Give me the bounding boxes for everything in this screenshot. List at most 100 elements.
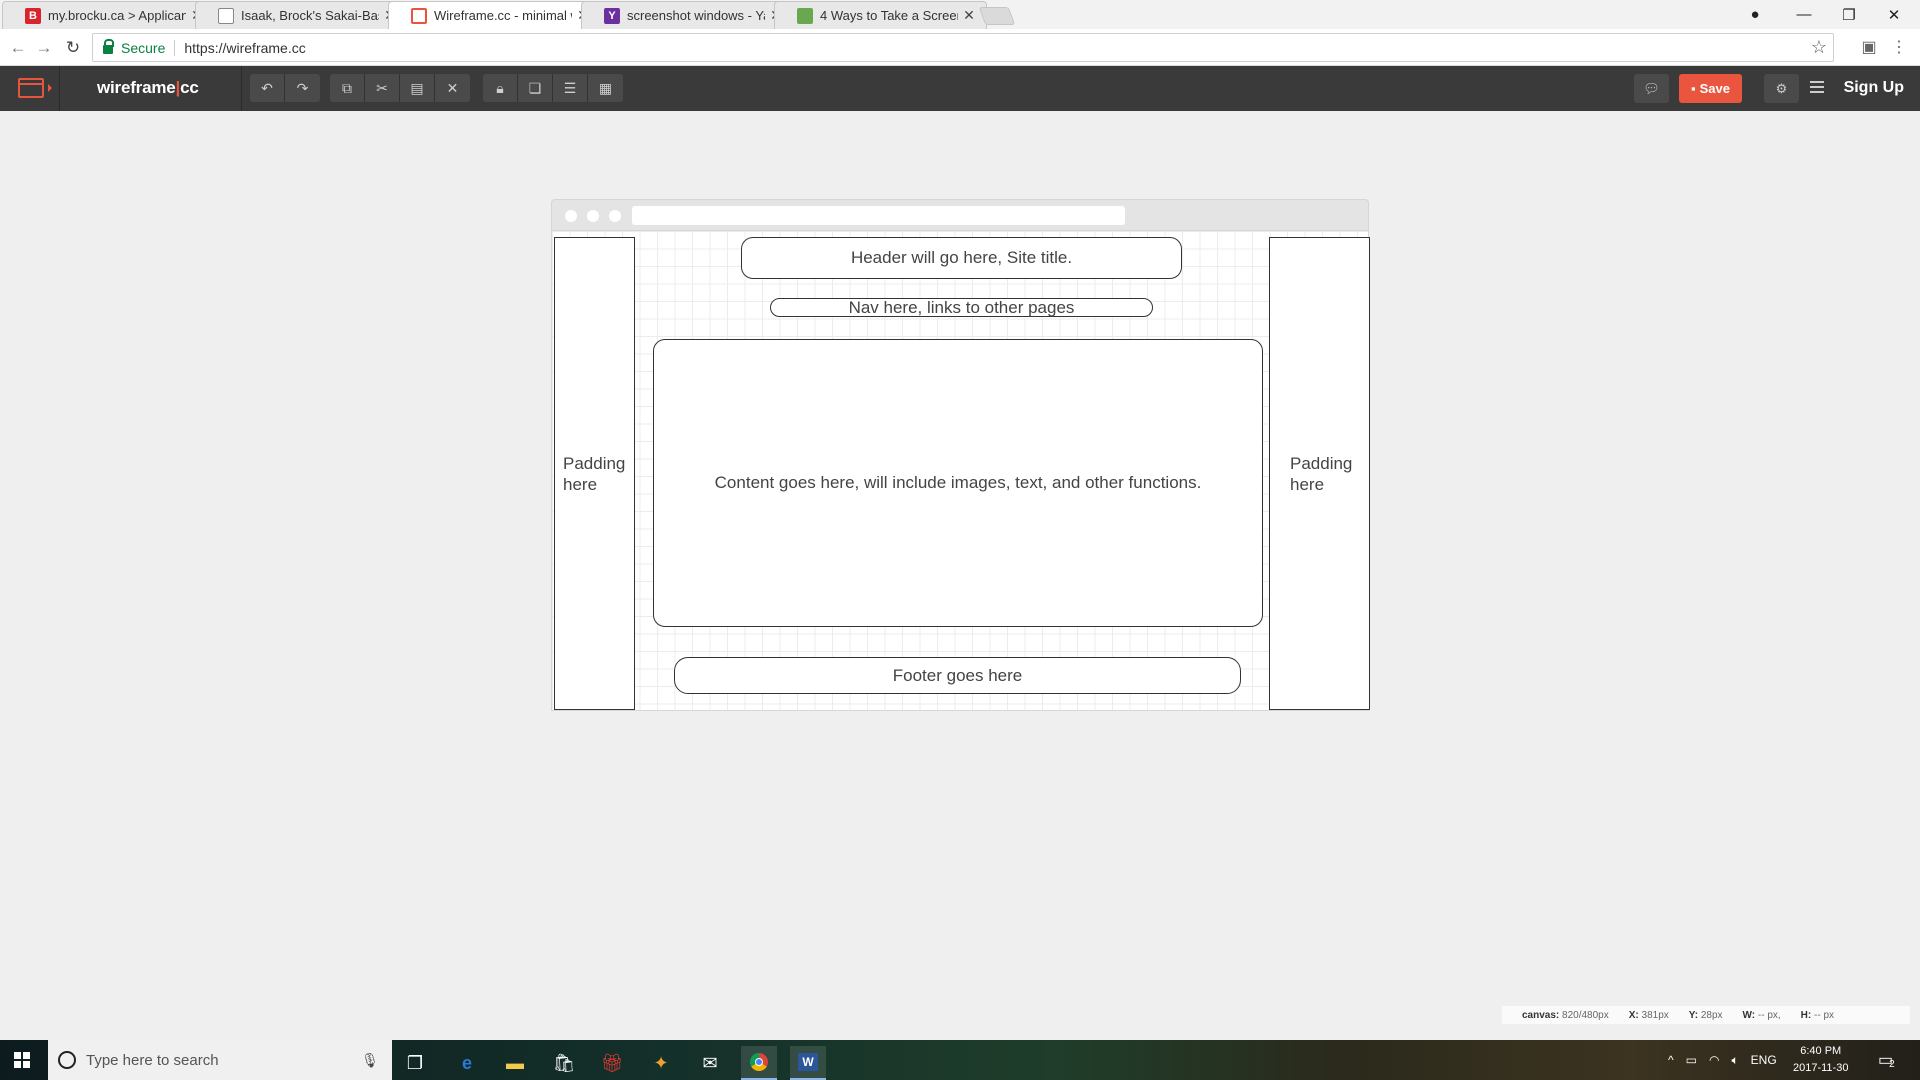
left-padding-text-2: here bbox=[563, 474, 598, 494]
restore-icon[interactable]: ❐ bbox=[1826, 0, 1872, 29]
cut-icon[interactable]: ✂ bbox=[365, 74, 400, 102]
left-padding-box[interactable]: Padding here bbox=[554, 237, 635, 710]
wireframe-logo-icon[interactable] bbox=[18, 78, 44, 98]
volume-icon[interactable]: 🔈︎ bbox=[1731, 1053, 1738, 1068]
cortana-icon bbox=[58, 1051, 76, 1069]
system-tray: ^ ▭ ◠ 🔈︎ ENG bbox=[1668, 1040, 1777, 1080]
taskbar: Type here to search 🎙︎ ❐ e ▬ 🛍︎ 🎁︎ ✦ ✉ W… bbox=[0, 1040, 1920, 1080]
game-icon[interactable]: ✦ bbox=[643, 1046, 679, 1080]
tab-title: my.brocku.ca > Applican bbox=[48, 8, 186, 23]
battery-icon[interactable]: ▭ bbox=[1686, 1053, 1697, 1067]
wikihow-icon bbox=[797, 7, 813, 24]
minimize-icon[interactable]: — bbox=[1781, 0, 1827, 29]
save-icon: ▪ bbox=[1691, 81, 1696, 96]
right-padding-text: Padding bbox=[1290, 453, 1353, 473]
windows-start-icon[interactable] bbox=[14, 1052, 30, 1068]
store-icon[interactable]: 🛍︎ bbox=[546, 1046, 582, 1080]
forward-icon[interactable]: → bbox=[32, 36, 56, 60]
reload-icon[interactable]: ↻ bbox=[61, 36, 85, 60]
divider bbox=[174, 39, 176, 56]
redo-icon[interactable]: ↷ bbox=[285, 74, 320, 102]
edge-icon[interactable]: e bbox=[449, 1046, 485, 1080]
save-label: Save bbox=[1699, 81, 1730, 96]
content-text: Content goes here, will include images, … bbox=[714, 473, 1202, 492]
window-dot bbox=[587, 210, 599, 222]
header-text: Header will go here, Site title. bbox=[850, 248, 1073, 267]
sign-up-link[interactable]: Sign Up bbox=[1844, 79, 1904, 97]
secure-label: Secure bbox=[121, 39, 166, 56]
tab-title: screenshot windows - Ya bbox=[627, 8, 765, 23]
bookmark-star-icon[interactable]: ☆ bbox=[1811, 37, 1827, 58]
tab-wireframe[interactable]: Wireframe.cc - minimal w ✕ bbox=[388, 1, 601, 29]
file-explorer-icon[interactable]: ▬ bbox=[497, 1046, 533, 1080]
align-icon[interactable]: ☰ bbox=[553, 74, 588, 102]
nav-box[interactable]: Nav here, links to other pages bbox=[770, 298, 1153, 317]
new-tab-button[interactable] bbox=[978, 7, 1016, 25]
extension-icon[interactable]: ▣ bbox=[1858, 36, 1880, 58]
back-icon[interactable]: ← bbox=[6, 36, 30, 60]
clock-date: 2017-11-30 bbox=[1793, 1062, 1849, 1074]
h-value: -- px bbox=[1814, 1009, 1835, 1021]
share-icon[interactable]: ⚙ bbox=[1764, 74, 1799, 103]
word-icon[interactable]: W bbox=[790, 1046, 826, 1080]
divider bbox=[59, 66, 60, 111]
wireframe-icon bbox=[411, 7, 427, 24]
right-padding-box[interactable]: Padding here bbox=[1269, 237, 1370, 710]
wireframe-canvas[interactable]: Padding here Header will go here, Site ti… bbox=[551, 199, 1370, 711]
tab-strip: B my.brocku.ca > Applican ✕ Isaak, Brock… bbox=[0, 0, 1920, 29]
w-label: W: bbox=[1742, 1009, 1756, 1021]
tab-yahoo[interactable]: Y screenshot windows - Ya ✕ bbox=[581, 1, 794, 29]
footer-box[interactable]: Footer goes here bbox=[674, 657, 1241, 694]
arrange-group: 🔒︎ ❏ ☰ ▦ bbox=[483, 74, 623, 102]
lock-icon bbox=[103, 39, 114, 54]
brand-text-suffix: cc bbox=[180, 78, 199, 97]
address-row: ← → ↻ Secure https://wireframe.cc ☆ ▣ ⋮ bbox=[0, 29, 1920, 66]
gift-icon[interactable]: 🎁︎ bbox=[594, 1046, 630, 1080]
close-window-icon[interactable]: ✕ bbox=[1871, 0, 1917, 29]
y-label: Y: bbox=[1688, 1009, 1699, 1021]
task-view-icon[interactable]: ❐ bbox=[397, 1046, 433, 1080]
layers-icon[interactable]: ❏ bbox=[518, 74, 553, 102]
notifications-icon[interactable]: ▭ 2 bbox=[1878, 1040, 1895, 1080]
tray-expand-icon[interactable]: ^ bbox=[1668, 1053, 1674, 1067]
x-label: X: bbox=[1628, 1009, 1639, 1021]
address-bar[interactable]: Secure https://wireframe.cc ☆ bbox=[92, 33, 1834, 62]
tab-title: Wireframe.cc - minimal w bbox=[434, 8, 572, 23]
paste-icon[interactable]: ▤ bbox=[400, 74, 435, 102]
clock[interactable]: 6:40 PM 2017-11-30 bbox=[1793, 1043, 1848, 1077]
document-icon bbox=[218, 7, 234, 24]
mail-icon[interactable]: ✉ bbox=[692, 1046, 728, 1080]
microphone-icon[interactable]: 🎙︎ bbox=[360, 1052, 380, 1069]
chrome-menu-icon[interactable]: ⋮ bbox=[1888, 36, 1910, 58]
tab-wikihow[interactable]: 4 Ways to Take a Screens ✕ bbox=[774, 1, 987, 29]
nav-text: Nav here, links to other pages bbox=[848, 297, 1075, 317]
window-dot bbox=[565, 210, 577, 222]
right-padding-text-2: here bbox=[1290, 474, 1325, 494]
delete-icon[interactable]: ✕ bbox=[435, 74, 470, 102]
mock-url-field bbox=[632, 206, 1125, 225]
close-tab-icon[interactable]: ✕ bbox=[958, 7, 980, 24]
header-box[interactable]: Header will go here, Site title. bbox=[741, 237, 1182, 279]
menu-icon[interactable] bbox=[1810, 81, 1824, 93]
chrome-icon[interactable] bbox=[741, 1046, 777, 1080]
lock-icon[interactable]: 🔒︎ bbox=[483, 74, 518, 102]
copy-icon[interactable]: ⧉ bbox=[330, 74, 365, 102]
language-indicator[interactable]: ENG bbox=[1751, 1053, 1777, 1067]
footer-text: Footer goes here bbox=[892, 665, 1023, 685]
taskbar-search[interactable]: Type here to search 🎙︎ bbox=[48, 1040, 392, 1080]
tab-title: Isaak, Brock's Sakai-Base bbox=[241, 8, 379, 23]
content-box[interactable]: Content goes here, will include images, … bbox=[653, 339, 1263, 627]
tab-sakai[interactable]: Isaak, Brock's Sakai-Base ✕ bbox=[195, 1, 408, 29]
brocku-icon: B bbox=[25, 7, 41, 24]
profile-icon[interactable]: ● bbox=[1732, 0, 1778, 29]
undo-icon[interactable]: ↶ bbox=[250, 74, 285, 102]
canvas-label: canvas: bbox=[1522, 1009, 1560, 1021]
tab-brocku[interactable]: B my.brocku.ca > Applican ✕ bbox=[2, 1, 215, 29]
status-bar: canvas: 820/480px X: 381px Y: 28px W: --… bbox=[1502, 1006, 1910, 1024]
save-button[interactable]: ▪ Save bbox=[1679, 74, 1742, 103]
canvas-grid[interactable]: Padding here Header will go here, Site ti… bbox=[551, 231, 1370, 711]
comment-icon[interactable]: 💬︎ bbox=[1634, 74, 1669, 103]
grid-icon[interactable]: ▦ bbox=[588, 74, 623, 102]
wifi-icon[interactable]: ◠ bbox=[1709, 1053, 1719, 1067]
window-dot bbox=[609, 210, 621, 222]
